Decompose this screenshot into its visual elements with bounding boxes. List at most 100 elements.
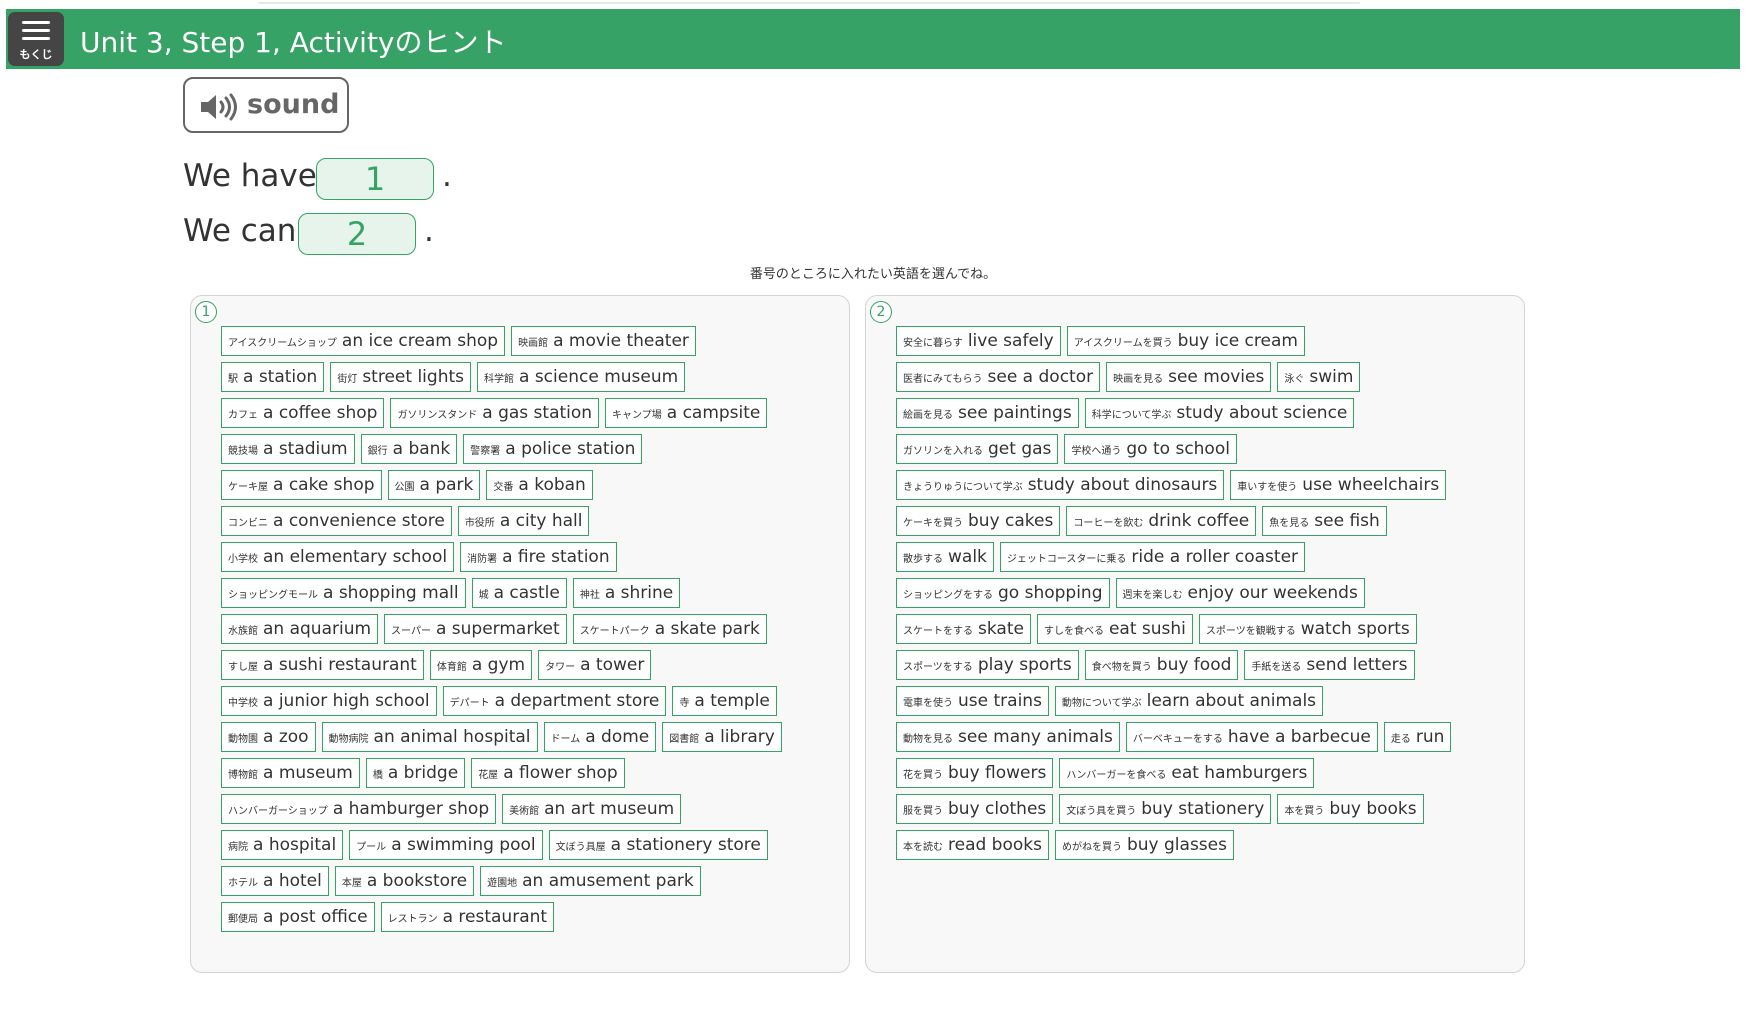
sentence-period: . bbox=[442, 158, 452, 194]
choice-chip[interactable]: カフェ a coffee shop bbox=[221, 398, 385, 428]
choice-chip[interactable]: ケーキを買う buy cakes bbox=[896, 506, 1061, 536]
choice-chip[interactable]: ガソリンを入れる get gas bbox=[896, 434, 1059, 464]
choice-chip[interactable]: 週末を楽しむ enjoy our weekends bbox=[1115, 578, 1365, 608]
choice-chip[interactable]: 走る run bbox=[1383, 722, 1452, 752]
choice-chip[interactable]: 橋 a bridge bbox=[365, 758, 466, 788]
choice-chip[interactable]: アイスクリームを買う buy ice cream bbox=[1066, 326, 1305, 356]
choice-chip[interactable]: 散歩する walk bbox=[896, 542, 994, 572]
chip-japanese-label: 医者にみてもらう bbox=[903, 373, 983, 385]
choice-chip[interactable]: きょうりゅうについて学ぶ study about dinosaurs bbox=[896, 470, 1225, 500]
choice-chip[interactable]: スケートパーク a skate park bbox=[572, 614, 767, 644]
choice-chip[interactable]: 交番 a koban bbox=[486, 470, 593, 500]
choice-chip[interactable]: ショッピングをする go shopping bbox=[896, 578, 1110, 608]
choice-chip[interactable]: 街灯 street lights bbox=[330, 362, 471, 392]
choice-chip[interactable]: 市役所 a city hall bbox=[457, 506, 590, 536]
choice-chip[interactable]: ホテル a hotel bbox=[221, 866, 329, 896]
blank-2[interactable]: 2 bbox=[298, 213, 416, 255]
choice-chip[interactable]: キャンプ場 a campsite bbox=[605, 398, 768, 428]
choice-chip[interactable]: 電車を使う use trains bbox=[896, 686, 1049, 716]
chip-english-label: watch sports bbox=[1300, 619, 1410, 639]
choice-chip[interactable]: 公園 a park bbox=[387, 470, 481, 500]
choice-chip[interactable]: 図書館 a library bbox=[662, 722, 782, 752]
choice-chip[interactable]: 文ぼう具を買う buy stationery bbox=[1059, 794, 1272, 824]
choice-chip[interactable]: 郵便局 a post office bbox=[221, 902, 375, 932]
blank-1[interactable]: 1 bbox=[316, 158, 434, 200]
choice-chip[interactable]: 博物館 a museum bbox=[221, 758, 360, 788]
chip-japanese-label: ハンバーガーショップ bbox=[228, 805, 328, 817]
choice-chip[interactable]: 城 a castle bbox=[471, 578, 567, 608]
choice-chip[interactable]: デパート a department store bbox=[442, 686, 667, 716]
choice-chip[interactable]: ジェットコースターに乗る ride a roller coaster bbox=[999, 542, 1306, 572]
choice-chip[interactable]: アイスクリームショップ an ice cream shop bbox=[221, 326, 506, 356]
chip-japanese-label: すしを食べる bbox=[1043, 625, 1104, 637]
choice-chip[interactable]: 泳ぐ swim bbox=[1277, 362, 1361, 392]
choice-chip[interactable]: スポーツをする play sports bbox=[896, 650, 1079, 680]
choice-chip[interactable]: 学校へ通う go to school bbox=[1064, 434, 1237, 464]
choice-chip[interactable]: 映画を見る see movies bbox=[1106, 362, 1272, 392]
choice-chip[interactable]: 医者にみてもらう see a doctor bbox=[896, 362, 1101, 392]
choice-chip[interactable]: 体育館 a gym bbox=[429, 650, 533, 680]
page-title: Unit 3, Step 1, Activityのヒント bbox=[80, 26, 507, 59]
choice-chip[interactable]: 競技場 a stadium bbox=[221, 434, 355, 464]
choice-chip[interactable]: ハンバーガーを食べる eat hamburgers bbox=[1059, 758, 1315, 788]
choice-chip[interactable]: プール a swimming pool bbox=[349, 830, 543, 860]
chip-japanese-label: アイスクリームを買う bbox=[1073, 337, 1173, 349]
choice-chip[interactable]: 魚を見る see fish bbox=[1262, 506, 1387, 536]
choice-chip[interactable]: 水族館 an aquarium bbox=[221, 614, 379, 644]
choice-chip[interactable]: 駅 a station bbox=[221, 362, 325, 392]
choice-chip[interactable]: ショッピングモール a shopping mall bbox=[221, 578, 466, 608]
choice-chip[interactable]: 美術館 an art museum bbox=[502, 794, 682, 824]
choice-chip[interactable]: ケーキ屋 a cake shop bbox=[221, 470, 382, 500]
choice-chip[interactable]: 絵画を見る see paintings bbox=[896, 398, 1079, 428]
chip-japanese-label: 手紙を送る bbox=[1251, 661, 1302, 673]
choice-chip[interactable]: 本を読む read books bbox=[896, 830, 1049, 860]
choice-chip[interactable]: スケートをする skate bbox=[896, 614, 1031, 644]
chip-english-label: a shrine bbox=[604, 583, 674, 603]
choice-chip[interactable]: 動物園 a zoo bbox=[221, 722, 316, 752]
choice-chip[interactable]: タワー a tower bbox=[538, 650, 652, 680]
choice-chip[interactable]: 車いすを使う use wheelchairs bbox=[1230, 470, 1447, 500]
choice-chip[interactable]: 本屋 a bookstore bbox=[334, 866, 475, 896]
choice-chip[interactable]: 花屋 a flower shop bbox=[471, 758, 625, 788]
choice-chip[interactable]: コンビニ a convenience store bbox=[221, 506, 452, 536]
choice-chip[interactable]: 食べ物を買う buy food bbox=[1084, 650, 1239, 680]
choice-chip[interactable]: ドーム a dome bbox=[543, 722, 657, 752]
choice-chip[interactable]: 寺 a temple bbox=[672, 686, 777, 716]
choice-chip[interactable]: ガソリンスタンド a gas station bbox=[390, 398, 600, 428]
choice-chip[interactable]: 病院 a hospital bbox=[221, 830, 344, 860]
choice-chip[interactable]: 科学について学ぶ study about science bbox=[1084, 398, 1355, 428]
choice-chip[interactable]: 科学館 a science museum bbox=[477, 362, 686, 392]
choice-chip[interactable]: 警察署 a police station bbox=[463, 434, 643, 464]
sound-button[interactable]: sound bbox=[183, 77, 349, 133]
chip-row: 郵便局 a post office レストラン a restaurant bbox=[221, 902, 841, 932]
choice-chip[interactable]: 文ぼう具屋 a stationery store bbox=[548, 830, 768, 860]
chip-japanese-label: ケーキを買う bbox=[903, 517, 963, 529]
choice-chip[interactable]: レストラン a restaurant bbox=[380, 902, 555, 932]
choice-chip[interactable]: 銀行 a bank bbox=[360, 434, 458, 464]
choice-chip[interactable]: すしを食べる eat sushi bbox=[1036, 614, 1193, 644]
choice-chip[interactable]: すし屋 a sushi restaurant bbox=[221, 650, 424, 680]
choice-chip[interactable]: コーヒーを飲む drink coffee bbox=[1066, 506, 1257, 536]
panel-number-badge: 2 bbox=[870, 301, 892, 323]
choice-chip[interactable]: 中学校 a junior high school bbox=[221, 686, 437, 716]
choice-chip[interactable]: 本を買う buy books bbox=[1277, 794, 1424, 824]
toc-menu-button[interactable]: もくじ bbox=[8, 12, 64, 66]
choice-chip[interactable]: 安全に暮らす live safely bbox=[896, 326, 1061, 356]
choice-chip[interactable]: スポーツを観戦する watch sports bbox=[1198, 614, 1417, 644]
choice-chip[interactable]: 動物について学ぶ learn about animals bbox=[1054, 686, 1324, 716]
choice-chip[interactable]: バーベキューをする have a barbecue bbox=[1125, 722, 1378, 752]
choice-chip[interactable]: ハンバーガーショップ a hamburger shop bbox=[221, 794, 497, 824]
choice-chip[interactable]: 動物病院 an animal hospital bbox=[321, 722, 538, 752]
choice-chip[interactable]: 映画館 a movie theater bbox=[511, 326, 696, 356]
choice-chip[interactable]: 花を買う buy flowers bbox=[896, 758, 1054, 788]
choice-chip[interactable]: 動物を見る see many animals bbox=[896, 722, 1120, 752]
choice-chip[interactable]: 消防署 a fire station bbox=[460, 542, 617, 572]
choice-chip[interactable]: 小学校 an elementary school bbox=[221, 542, 455, 572]
choice-chip[interactable]: 神社 a shrine bbox=[572, 578, 681, 608]
choice-chip[interactable]: 手紙を送る send letters bbox=[1244, 650, 1415, 680]
choice-chip[interactable]: 遊園地 an amusement park bbox=[480, 866, 701, 896]
choice-chip[interactable]: めがねを買う buy glasses bbox=[1054, 830, 1234, 860]
chip-row: 花を買う buy flowers ハンバーガーを食べる eat hamburgers bbox=[896, 758, 1516, 788]
choice-chip[interactable]: スーパー a supermarket bbox=[384, 614, 567, 644]
choice-chip[interactable]: 服を買う buy clothes bbox=[896, 794, 1054, 824]
